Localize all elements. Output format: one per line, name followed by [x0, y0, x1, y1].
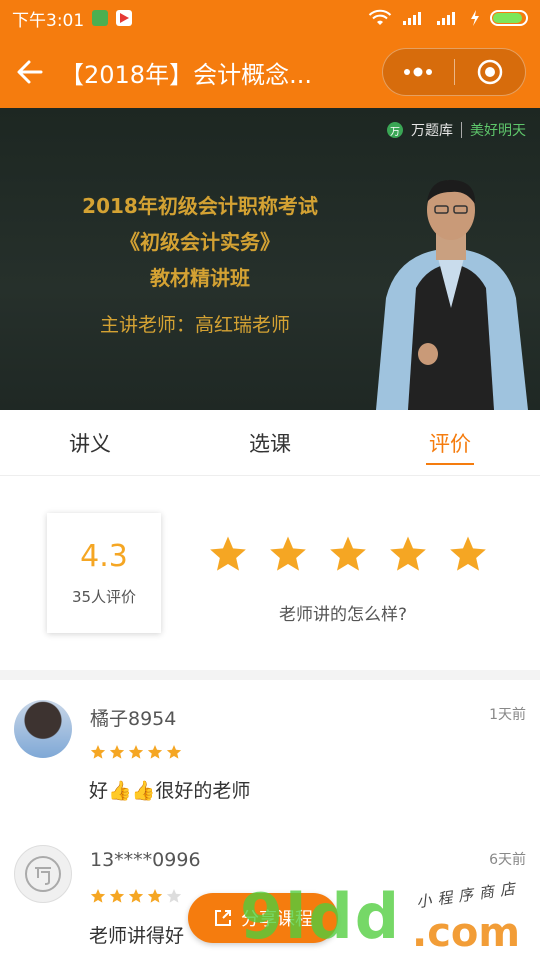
star-filled-icon [128, 745, 144, 759]
review-text: 老师讲得好 [89, 925, 185, 947]
review-stars [90, 744, 182, 760]
rating-score: 4.3 [80, 539, 128, 574]
rate-stars [208, 534, 488, 574]
tab-reviews[interactable]: 评价 [360, 410, 540, 475]
mini-program-capsule [382, 48, 526, 96]
lecturer-figure [376, 179, 528, 410]
rate-star-icon[interactable] [328, 534, 368, 574]
rating-prompt: 老师讲的怎么样? [278, 605, 408, 625]
nav-bar: 【2018年】会计概念... [0, 36, 540, 108]
signal-icon [403, 12, 421, 25]
review-time: 6天前 [489, 852, 526, 868]
target-close-icon [477, 59, 502, 85]
signal-icon-2 [437, 12, 455, 25]
star-filled-icon [109, 889, 125, 903]
slide-line: 教材精讲班 [150, 266, 250, 290]
back-arrow-icon [17, 60, 43, 84]
watermark-suffix: .com [412, 910, 521, 956]
rate-star-icon[interactable] [448, 534, 488, 574]
rate-star-icon[interactable] [268, 534, 308, 574]
default-avatar-icon [25, 856, 61, 892]
play-store-icon [116, 10, 133, 26]
brand-logo-icon: 万 [387, 122, 403, 138]
review-text: 好👍👍很好的老师 [89, 780, 251, 802]
reviewer-name: 橘子8954 [90, 708, 177, 730]
slide-line: 《初级会计实务》 [120, 230, 280, 254]
star-filled-icon [90, 889, 106, 903]
section-divider [0, 670, 540, 680]
slide-line: 2018年初级会计职称考试 [82, 194, 318, 218]
review-stars [90, 888, 182, 904]
app-notification-icon [92, 10, 109, 26]
close-program-button[interactable] [455, 49, 526, 95]
star-filled-icon [128, 889, 144, 903]
tab-handouts[interactable]: 讲义 [0, 410, 180, 475]
video-brand: 万 万题库 美好明天 [387, 120, 526, 140]
share-course-button[interactable]: 分享课程 [188, 893, 338, 943]
rate-star-icon[interactable] [208, 534, 248, 574]
star-filled-icon [109, 745, 125, 759]
share-course-label: 分享课程 [241, 909, 313, 930]
star-filled-icon [90, 745, 106, 759]
more-dots-icon [404, 67, 433, 77]
charging-icon [471, 10, 479, 26]
star-filled-icon [147, 889, 163, 903]
brand-name-b: 美好明天 [470, 123, 526, 139]
brand-name-a: 万题库 [411, 123, 453, 139]
rating-summary-card: 4.3 35人评价 [47, 513, 161, 633]
slide-title: 2018年初级会计职称考试 《初级会计实务》 教材精讲班 [70, 188, 330, 296]
reviewer-name: 13****0996 [90, 849, 201, 871]
status-time: 下午3:01 [12, 10, 85, 31]
tab-bar: 讲义 选课 评价 [0, 410, 540, 476]
star-empty-icon [166, 889, 182, 903]
battery-icon [490, 10, 528, 26]
avatar [14, 845, 72, 903]
video-player[interactable]: 万 万题库 美好明天 2018年初级会计职称考试 《初级会计实务》 教材精讲班 … [0, 108, 540, 410]
review-time: 1天前 [489, 707, 526, 723]
star-filled-icon [147, 745, 163, 759]
tab-courses[interactable]: 选课 [180, 410, 360, 475]
avatar [14, 700, 72, 758]
back-button[interactable] [0, 36, 60, 108]
status-bar: 下午3:01 [0, 0, 540, 36]
rating-count: 35人评价 [71, 588, 137, 606]
more-button[interactable] [383, 49, 454, 95]
star-filled-icon [166, 745, 182, 759]
wifi-icon [368, 9, 392, 25]
share-icon [215, 910, 231, 926]
slide-teacher: 主讲老师：高红瑞老师 [100, 314, 291, 336]
rate-star-icon[interactable] [388, 534, 428, 574]
page-title: 【2018年】会计概念... [60, 60, 312, 89]
watermark-sub: 小程序商店 [415, 878, 522, 912]
